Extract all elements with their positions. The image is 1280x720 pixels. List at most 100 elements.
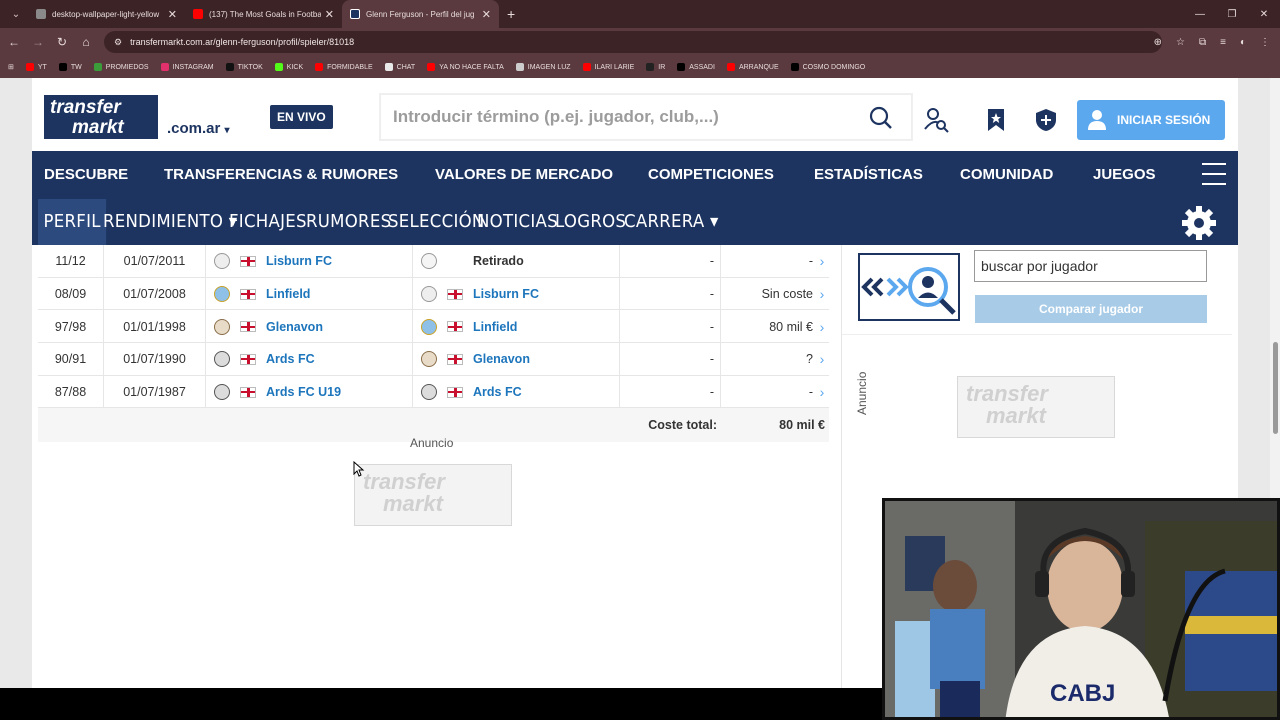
search-input[interactable]: Introducir término (p.ej. jugador, club,… bbox=[393, 107, 719, 127]
tab-carrera[interactable]: CARRERA ▾ bbox=[624, 211, 719, 232]
tab-fichajes[interactable]: FICHAJES bbox=[229, 211, 307, 232]
bookmark-tiktok[interactable]: TIKTOK bbox=[225, 63, 263, 71]
club-link[interactable]: Glenavon bbox=[473, 352, 530, 366]
browser-tab-3-active[interactable]: Glenn Ferguson - Perfil del jug ✕ bbox=[342, 0, 499, 28]
club-link[interactable]: Glenavon bbox=[266, 320, 323, 334]
site-info-icon[interactable]: ⚙ bbox=[114, 37, 122, 48]
club-link[interactable]: Ards FC bbox=[266, 352, 315, 366]
bookmark-tw[interactable]: TW bbox=[58, 63, 82, 71]
nav-comunidad[interactable]: COMUNIDAD bbox=[960, 166, 1053, 183]
bookmark-ir[interactable]: IR bbox=[646, 63, 665, 71]
kick-icon bbox=[274, 63, 283, 71]
club-link[interactable]: Lisburn FC bbox=[266, 254, 332, 268]
bookmark-chat[interactable]: CHAT bbox=[384, 63, 415, 71]
table-row[interactable]: 87/88 01/07/1987 Ards FC U19 Ards FC - -… bbox=[38, 375, 829, 409]
back-icon[interactable]: ← bbox=[2, 35, 26, 49]
bookmark-imagen-luz[interactable]: IMAGEN LUZ bbox=[515, 63, 571, 71]
domain-selector[interactable]: .com.ar ▾ bbox=[167, 120, 230, 137]
season-cell: 08/09 bbox=[38, 277, 104, 311]
table-row[interactable]: 97/98 01/01/1998 Glenavon Linfield - 80 … bbox=[38, 310, 829, 344]
compare-player-button[interactable]: Comparar jugador bbox=[975, 295, 1207, 323]
apps-icon[interactable]: ⊞ bbox=[8, 63, 14, 71]
zoom-icon[interactable]: ⊕ bbox=[1154, 37, 1162, 48]
club-link[interactable]: Linfield bbox=[473, 320, 517, 334]
club-link[interactable]: Lisburn FC bbox=[473, 287, 539, 301]
media-icon[interactable]: ≡ bbox=[1220, 37, 1226, 48]
nav-juegos[interactable]: JUEGOS bbox=[1093, 166, 1156, 183]
tab-favicon-icon bbox=[36, 9, 46, 19]
bookmark-ya-no-hace-falta[interactable]: YA NO HACE FALTA bbox=[427, 63, 504, 71]
close-tab-icon[interactable]: ✕ bbox=[168, 8, 177, 21]
compare-player-input[interactable]: buscar por jugador bbox=[974, 250, 1207, 282]
nav-transferencias-rumores[interactable]: TRANSFERENCIAS & RUMORES bbox=[164, 166, 398, 183]
search-box[interactable]: Introducir término (p.ej. jugador, club,… bbox=[380, 94, 912, 140]
gear-icon[interactable] bbox=[1180, 204, 1218, 242]
forward-icon[interactable]: → bbox=[26, 35, 50, 49]
home-icon[interactable]: ⌂ bbox=[74, 35, 98, 49]
extensions-icon[interactable]: ⧉ bbox=[1199, 37, 1206, 48]
scrollbar-thumb[interactable] bbox=[1273, 342, 1278, 434]
hamburger-menu-icon[interactable] bbox=[1202, 163, 1226, 193]
player-search-icon[interactable] bbox=[916, 100, 956, 140]
tab-title: Glenn Ferguson - Perfil del jug bbox=[366, 9, 475, 19]
tab-list-chevron-icon[interactable]: ⌄ bbox=[4, 4, 28, 24]
chevron-right-icon[interactable]: › bbox=[815, 278, 829, 311]
browser-tab-2[interactable]: (137) The Most Goals in Footba ✕ bbox=[185, 0, 342, 28]
logo-text-bottom: markt bbox=[72, 117, 124, 138]
minimize-icon[interactable]: — bbox=[1184, 0, 1216, 28]
bookmark-kick[interactable]: KICK bbox=[274, 63, 303, 71]
club-crest-icon bbox=[421, 318, 437, 335]
season-cell: 97/98 bbox=[38, 310, 104, 344]
tab-perfil[interactable]: PERFIL bbox=[38, 199, 107, 245]
bookmark-ilari-larie[interactable]: ILARI LARIE bbox=[582, 63, 634, 71]
youtube-icon bbox=[427, 63, 436, 71]
to-club-cell: Retirado bbox=[413, 245, 620, 278]
close-window-icon[interactable]: ✕ bbox=[1248, 0, 1280, 28]
new-tab-icon[interactable]: + bbox=[507, 6, 515, 22]
url-field[interactable]: ⚙ transfermarkt.com.ar/glenn-ferguson/pr… bbox=[104, 31, 1162, 53]
bookmark-formidable[interactable]: FORMIDABLE bbox=[315, 63, 373, 71]
tab-logros[interactable]: LOGROS bbox=[555, 211, 626, 232]
tab-noticias[interactable]: NOTICIAS bbox=[477, 211, 558, 232]
chevron-right-icon[interactable]: › bbox=[815, 376, 829, 409]
nav-descubre[interactable]: DESCUBRE bbox=[44, 166, 128, 183]
table-row[interactable]: 90/91 01/07/1990 Ards FC Glenavon - ? › bbox=[38, 343, 829, 376]
bookmark-arranque[interactable]: ARRANQUE bbox=[726, 63, 779, 71]
club-link[interactable]: Ards FC U19 bbox=[266, 385, 341, 399]
restore-icon[interactable]: ❐ bbox=[1216, 0, 1248, 28]
bookmark-assadi[interactable]: ASSADI bbox=[677, 63, 715, 71]
close-tab-icon[interactable]: ✕ bbox=[482, 8, 491, 21]
table-row[interactable]: 08/09 01/07/2008 Linfield Lisburn FC - S… bbox=[38, 277, 829, 311]
watchlist-icon[interactable] bbox=[976, 100, 1016, 140]
nav-valores-de-mercado[interactable]: VALORES DE MERCADO bbox=[435, 166, 613, 183]
club-link[interactable]: Linfield bbox=[266, 287, 310, 301]
bookmark-yt[interactable]: YT bbox=[25, 63, 47, 71]
chevron-right-icon[interactable]: › bbox=[815, 310, 829, 343]
profile-icon[interactable]: ◐ bbox=[1240, 37, 1246, 48]
tab-rendimiento[interactable]: RENDIMIENTO ▾ bbox=[103, 211, 237, 232]
live-button[interactable]: EN VIVO bbox=[270, 105, 333, 129]
bookmark-instagram[interactable]: INSTAGRAM bbox=[160, 63, 214, 71]
login-button[interactable]: INICIAR SESIÓN bbox=[1077, 100, 1225, 140]
table-row[interactable]: 11/12 01/07/2011 Lisburn FC Retirado - -… bbox=[38, 245, 829, 278]
bookmark-cosmo-domingo[interactable]: COSMO DOMINGO bbox=[790, 63, 865, 71]
menu-icon[interactable]: ⋮ bbox=[1260, 37, 1270, 48]
club-link[interactable]: Ards FC bbox=[473, 385, 522, 399]
tab-seleccion[interactable]: SELECCIÓN bbox=[388, 211, 485, 232]
x-icon bbox=[677, 63, 686, 71]
bookmark-promiedos[interactable]: PROMIEDOS bbox=[93, 63, 149, 71]
close-tab-icon[interactable]: ✕ bbox=[325, 8, 334, 21]
transfermarkt-logo[interactable]: transfer markt bbox=[44, 95, 158, 139]
bookmark-star-icon[interactable]: ☆ bbox=[1176, 37, 1185, 48]
chevron-right-icon[interactable]: › bbox=[815, 245, 829, 278]
x-icon bbox=[790, 63, 799, 71]
nav-competiciones[interactable]: COMPETICIONES bbox=[648, 166, 774, 183]
search-icon[interactable] bbox=[869, 106, 893, 130]
total-cost-label: Coste total: bbox=[648, 418, 717, 433]
nav-estadisticas[interactable]: ESTADÍSTICAS bbox=[814, 166, 923, 183]
tab-rumores[interactable]: RUMORES bbox=[306, 211, 391, 232]
chevron-right-icon[interactable]: › bbox=[815, 343, 829, 376]
reload-icon[interactable]: ↻ bbox=[50, 35, 74, 49]
shield-add-icon[interactable] bbox=[1026, 100, 1066, 140]
browser-tab-1[interactable]: desktop-wallpaper-light-yellow ✕ bbox=[28, 0, 185, 28]
